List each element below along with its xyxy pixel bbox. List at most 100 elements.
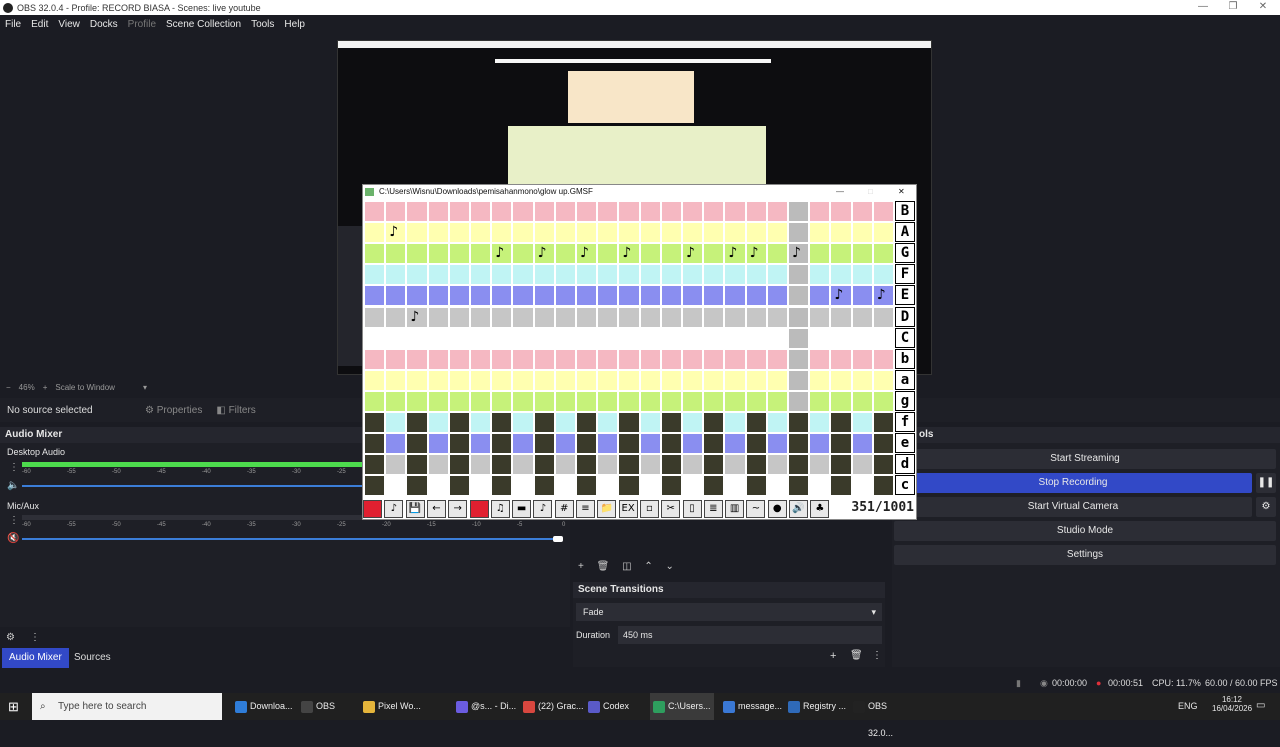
grid-cell[interactable] bbox=[851, 369, 873, 391]
grid-cell[interactable] bbox=[660, 264, 682, 286]
grid-cell[interactable] bbox=[491, 412, 513, 434]
grid-cell[interactable] bbox=[470, 264, 492, 286]
grid-cell[interactable] bbox=[830, 390, 852, 412]
taskbar-app-button[interactable]: C:\Users... bbox=[650, 693, 714, 720]
grid-cell[interactable] bbox=[724, 412, 746, 434]
taskbar-app-button[interactable]: Pixel Wo... bbox=[360, 693, 424, 720]
grid-cell[interactable] bbox=[533, 285, 555, 307]
grid-cell[interactable] bbox=[364, 222, 386, 244]
grid-cell[interactable] bbox=[427, 285, 449, 307]
grid-cell[interactable] bbox=[427, 222, 449, 244]
remove-transition-icon[interactable]: 🗑 bbox=[850, 650, 863, 661]
grid-cell[interactable] bbox=[448, 433, 470, 455]
grid-cell[interactable] bbox=[406, 285, 428, 307]
menu-view[interactable]: View bbox=[53, 19, 85, 30]
grid-cell[interactable] bbox=[554, 348, 576, 370]
grid-cell[interactable] bbox=[364, 201, 386, 223]
grid-cell[interactable] bbox=[618, 433, 640, 455]
grid-cell[interactable] bbox=[724, 327, 746, 349]
grid-cell[interactable] bbox=[851, 222, 873, 244]
grid-cell[interactable] bbox=[724, 475, 746, 497]
gmsf-tool-button[interactable]: ▯ bbox=[682, 500, 702, 518]
grid-cell[interactable] bbox=[872, 201, 894, 223]
grid-cell[interactable] bbox=[788, 306, 810, 328]
grid-cell[interactable] bbox=[660, 475, 682, 497]
grid-cell[interactable] bbox=[385, 454, 407, 476]
scale-mode[interactable]: Scale to Window bbox=[55, 383, 115, 392]
grid-cell[interactable] bbox=[745, 285, 767, 307]
note-icon[interactable]: ♪ bbox=[877, 288, 886, 302]
grid-cell[interactable] bbox=[788, 285, 810, 307]
grid-cell[interactable] bbox=[703, 327, 725, 349]
grid-cell[interactable] bbox=[470, 201, 492, 223]
channel-menu-icon[interactable]: ⋮ bbox=[9, 462, 19, 473]
close-icon[interactable]: ✕ bbox=[1248, 0, 1278, 15]
grid-cell[interactable] bbox=[639, 327, 661, 349]
grid-cell[interactable] bbox=[639, 348, 661, 370]
grid-cell[interactable] bbox=[830, 264, 852, 286]
pause-recording-icon[interactable]: ❚❚ bbox=[1256, 473, 1276, 493]
grid-cell[interactable] bbox=[872, 222, 894, 244]
virtual-camera-settings-icon[interactable]: ⚙ bbox=[1256, 497, 1276, 517]
grid-cell[interactable] bbox=[766, 369, 788, 391]
grid-cell[interactable] bbox=[618, 454, 640, 476]
grid-cell[interactable] bbox=[639, 454, 661, 476]
grid-cell[interactable] bbox=[682, 369, 704, 391]
grid-cell[interactable] bbox=[533, 454, 555, 476]
grid-cell[interactable] bbox=[830, 327, 852, 349]
windows-start-icon[interactable]: ⊞ bbox=[8, 699, 19, 715]
grid-cell[interactable] bbox=[448, 369, 470, 391]
grid-cell[interactable] bbox=[448, 264, 470, 286]
grid-cell[interactable] bbox=[830, 222, 852, 244]
grid-cell[interactable] bbox=[554, 369, 576, 391]
grid-cell[interactable] bbox=[364, 390, 386, 412]
grid-cell[interactable] bbox=[491, 390, 513, 412]
grid-cell[interactable] bbox=[533, 369, 555, 391]
grid-cell[interactable] bbox=[872, 433, 894, 455]
mixer-menu-icon[interactable]: ⋮ bbox=[30, 632, 40, 643]
grid-cell[interactable] bbox=[851, 306, 873, 328]
grid-cell[interactable] bbox=[597, 285, 619, 307]
grid-cell[interactable] bbox=[703, 390, 725, 412]
zoom-out-icon[interactable]: − bbox=[6, 383, 11, 392]
grid-cell[interactable] bbox=[745, 327, 767, 349]
grid-cell[interactable] bbox=[427, 412, 449, 434]
grid-cell[interactable] bbox=[788, 222, 810, 244]
grid-cell[interactable] bbox=[618, 327, 640, 349]
grid-cell[interactable] bbox=[533, 306, 555, 328]
note-icon[interactable]: ♪ bbox=[792, 246, 801, 260]
grid-cell[interactable] bbox=[618, 369, 640, 391]
grid-cell[interactable] bbox=[491, 264, 513, 286]
grid-cell[interactable] bbox=[427, 369, 449, 391]
grid-cell[interactable] bbox=[533, 201, 555, 223]
grid-cell[interactable] bbox=[597, 475, 619, 497]
grid-cell[interactable] bbox=[576, 264, 598, 286]
menu-scene-collection[interactable]: Scene Collection bbox=[161, 19, 246, 30]
grid-cell[interactable] bbox=[512, 454, 534, 476]
start-virtual-camera-button[interactable]: Start Virtual Camera bbox=[894, 497, 1252, 517]
gmsf-tool-button[interactable]: ♫ bbox=[490, 500, 510, 518]
grid-cell[interactable] bbox=[766, 222, 788, 244]
grid-cell[interactable] bbox=[851, 412, 873, 434]
gmsf-tool-button[interactable]: ✂ bbox=[661, 500, 681, 518]
grid-cell[interactable] bbox=[470, 412, 492, 434]
grid-cell[interactable] bbox=[554, 454, 576, 476]
transition-select[interactable]: Fade ▾ bbox=[576, 603, 882, 621]
grid-cell[interactable] bbox=[470, 285, 492, 307]
grid-cell[interactable] bbox=[554, 327, 576, 349]
grid-cell[interactable] bbox=[766, 264, 788, 286]
grid-cell[interactable] bbox=[639, 306, 661, 328]
grid-cell[interactable] bbox=[703, 285, 725, 307]
grid-cell[interactable] bbox=[724, 306, 746, 328]
grid-cell[interactable] bbox=[491, 348, 513, 370]
grid-cell[interactable] bbox=[554, 433, 576, 455]
grid-cell[interactable] bbox=[724, 454, 746, 476]
grid-cell[interactable] bbox=[364, 285, 386, 307]
grid-cell[interactable] bbox=[788, 390, 810, 412]
grid-cell[interactable] bbox=[809, 306, 831, 328]
gmsf-tool-button[interactable]: ♣ bbox=[810, 500, 830, 518]
note-icon[interactable]: ♪ bbox=[538, 246, 547, 260]
grid-cell[interactable] bbox=[703, 475, 725, 497]
grid-cell[interactable] bbox=[618, 348, 640, 370]
grid-cell[interactable] bbox=[766, 201, 788, 223]
